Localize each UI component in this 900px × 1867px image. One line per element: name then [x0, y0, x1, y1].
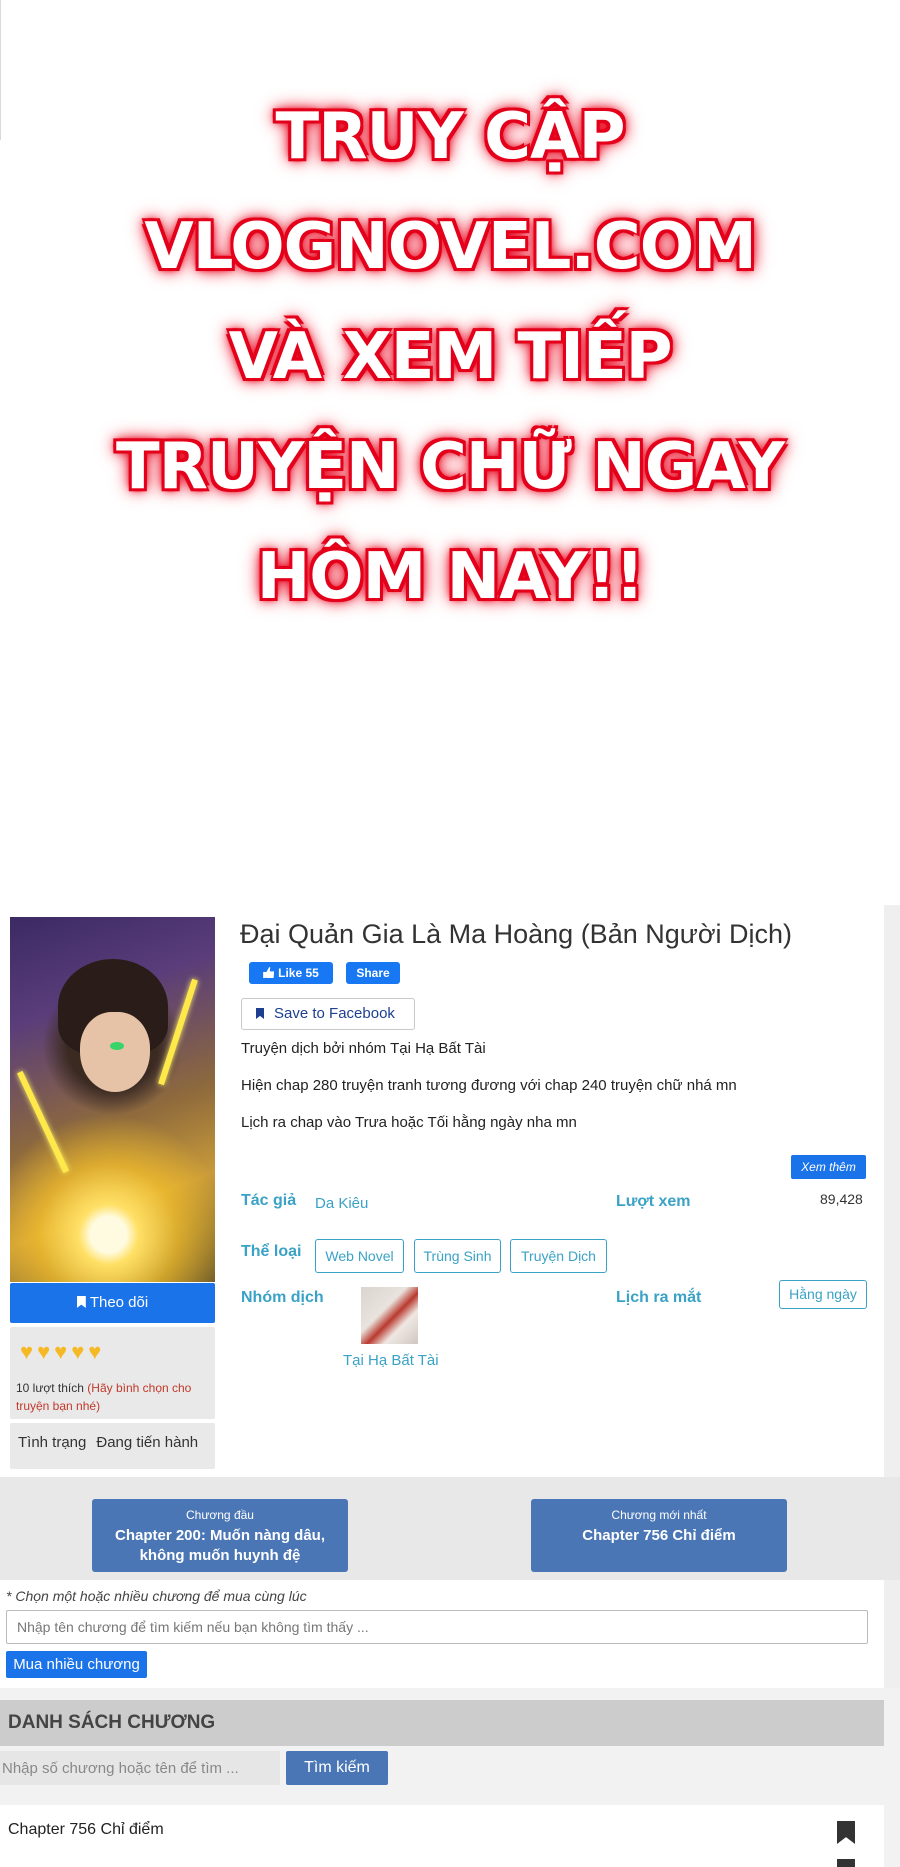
cover-art-face — [80, 1012, 150, 1092]
genre-tag[interactable]: Truyện Dịch — [510, 1239, 607, 1273]
save-to-facebook-button[interactable]: Save to Facebook — [241, 998, 415, 1030]
chapter-list-heading: DANH SÁCH CHƯƠNG — [0, 1700, 884, 1746]
bookmark-icon — [256, 1008, 264, 1019]
heart-rating-icon[interactable]: ♥♥♥♥♥ — [20, 1339, 105, 1365]
cover-art-lightning — [17, 1070, 69, 1174]
banner-edge-line — [0, 0, 1, 140]
author-link[interactable]: Da Kiêu — [315, 1195, 368, 1212]
description-line: Hiện chap 280 truyện tranh tương đương v… — [241, 1077, 737, 1094]
panel-border — [884, 1580, 900, 1688]
multi-buy-note: * Chọn một hoặc nhiều chương để mua cùng… — [6, 1588, 307, 1604]
views-count: 89,428 — [820, 1191, 863, 1207]
search-button[interactable]: Tìm kiếm — [286, 1751, 388, 1785]
views-label: Lượt xem — [616, 1193, 691, 1210]
latest-chapter-title: Chapter 756 Chỉ điểm — [582, 1527, 736, 1544]
author-label: Tác giả — [241, 1192, 297, 1209]
translator-group-avatar[interactable] — [361, 1287, 418, 1344]
facebook-share-button[interactable]: Share — [346, 962, 400, 984]
genre-tag[interactable]: Trùng Sinh — [414, 1239, 501, 1273]
schedule-tag[interactable]: Hằng ngày — [779, 1280, 867, 1309]
latest-chapter-button[interactable]: Chương mới nhất Chapter 756 Chỉ điểm — [531, 1499, 787, 1572]
chapter-number-search-input[interactable] — [0, 1751, 280, 1785]
cover-art-eye — [110, 1042, 124, 1050]
multi-buy-panel: * Chọn một hoặc nhiều chương để mua cùng… — [0, 1580, 884, 1688]
genre-tag[interactable]: Web Novel — [315, 1239, 404, 1273]
bookmark-icon[interactable] — [837, 1859, 855, 1867]
chapter-row[interactable]: Chapter 756 Chỉ điểm — [0, 1805, 884, 1867]
banner-line: TRUYỆN CHỮ NGAY — [116, 430, 785, 504]
status-value: Đang tiến hành — [96, 1434, 199, 1451]
buy-multiple-button[interactable]: Mua nhiều chương — [6, 1651, 147, 1678]
first-chapter-button[interactable]: Chương đầu Chapter 200: Muốn nàng dâu, k… — [92, 1499, 348, 1572]
status-label: Tình trạng — [18, 1434, 87, 1451]
status-box: Tình trạng Đang tiến hành — [10, 1423, 215, 1469]
chapter-nav-strip: Chương đầu Chapter 200: Muốn nàng dâu, k… — [0, 1477, 900, 1580]
likes-count: 10 lượt thích — [16, 1381, 84, 1395]
description-line: Truyện dịch bởi nhóm Tại Hạ Bất Tài — [241, 1040, 486, 1057]
facebook-like-button[interactable]: Like 55 — [249, 962, 333, 984]
follow-button[interactable]: Theo dõi — [10, 1283, 215, 1323]
translator-group-label: Nhóm dịch — [241, 1289, 324, 1306]
manga-info-panel: Theo dõi ♥♥♥♥♥ 10 lượt thích (Hãy bình c… — [0, 905, 884, 1477]
likes-text: 10 lượt thích (Hãy bình chọn cho truyện … — [16, 1379, 212, 1415]
translator-group-name[interactable]: Tại Hạ Bất Tài — [343, 1352, 439, 1369]
cover-image[interactable] — [10, 917, 215, 1282]
see-more-button[interactable]: Xem thêm — [791, 1155, 866, 1179]
first-chapter-label: Chương đầu — [186, 1508, 254, 1522]
first-chapter-title: Chapter 200: Muốn nàng dâu, không muốn h… — [114, 1527, 325, 1564]
banner-line: VÀ XEM TIẾP — [228, 320, 672, 394]
promo-banner: TRUY CẬP VLOGNOVEL.COM VÀ XEM TIẾP TRUYỆ… — [0, 0, 900, 905]
genre-label: Thể loại — [241, 1243, 302, 1260]
follow-label: Theo dõi — [89, 1294, 149, 1311]
panel-border — [884, 905, 900, 1477]
banner-line: TRUY CẬP — [275, 100, 626, 174]
chapter-title[interactable]: Chapter 756 Chỉ điểm — [8, 1821, 164, 1839]
chapter-search-input[interactable] — [6, 1610, 868, 1644]
save-fb-label: Save to Facebook — [274, 1005, 395, 1022]
thumbs-up-icon — [263, 967, 275, 978]
description-line: Lịch ra chap vào Trưa hoặc Tối hằng ngày… — [241, 1114, 577, 1131]
bookmark-icon — [76, 1296, 86, 1308]
banner-line: VLOGNOVEL.COM — [144, 210, 757, 284]
fb-like-label: Like 55 — [278, 966, 319, 980]
banner-text: TRUY CẬP VLOGNOVEL.COM VÀ XEM TIẾP TRUYỆ… — [100, 82, 800, 632]
manga-title: Đại Quản Gia Là Ma Hoàng (Bản Người Dịch… — [240, 919, 793, 949]
latest-chapter-label: Chương mới nhất — [611, 1508, 707, 1522]
rating-box: ♥♥♥♥♥ 10 lượt thích (Hãy bình chọn cho t… — [10, 1327, 215, 1419]
schedule-label: Lịch ra mắt — [616, 1289, 702, 1306]
chapter-list: DANH SÁCH CHƯƠNG Tìm kiếm Chapter 756 Ch… — [0, 1688, 900, 1867]
banner-line: HÔM NAY!! — [256, 540, 645, 614]
bookmark-icon[interactable] — [837, 1821, 855, 1844]
